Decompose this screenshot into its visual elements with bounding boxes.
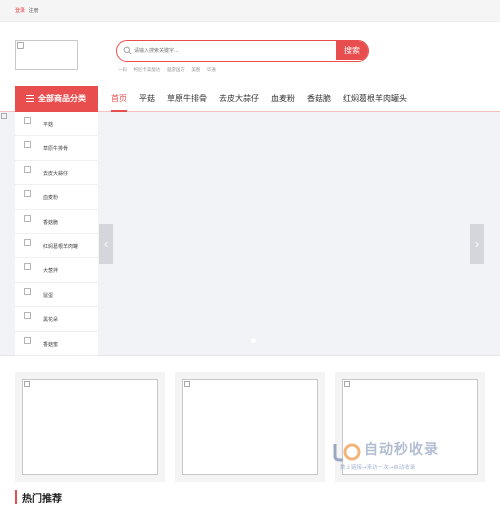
search-button[interactable]: 搜索 [336, 41, 368, 60]
main-nav: 全部商品分类 首页 平菇 草原牛排骨 去皮大蒜仔 血麦粉 香菇脆 红焖葛根羊肉罐… [15, 86, 485, 112]
broken-image-icon [24, 165, 31, 173]
promo-card[interactable] [175, 372, 325, 482]
sidebar-item[interactable]: 大葱拌 [15, 258, 98, 283]
broken-image-icon [24, 336, 31, 344]
register-link[interactable]: 注册 [29, 8, 39, 14]
broken-image-icon [184, 381, 190, 387]
account-links: 登录 注册 [15, 7, 39, 14]
broken-image-icon [24, 117, 31, 124]
site-logo[interactable] [15, 40, 78, 70]
all-categories-label: 全部商品分类 [38, 94, 86, 103]
carousel-next-button[interactable]: › [470, 224, 484, 264]
promo-card[interactable] [15, 372, 165, 482]
sidebar-item[interactable]: 红焖葛根羊肉罐 [15, 234, 98, 259]
broken-image-icon [24, 190, 31, 198]
carousel-prev-button[interactable]: ‹ [99, 224, 113, 264]
sidebar-item[interactable]: 平菇 [15, 112, 98, 137]
nav-link[interactable]: 香菇脆 [307, 86, 331, 112]
sidebar-item-label: 草原牛排骨 [43, 146, 69, 153]
sidebar-item[interactable]: 香菇脆 [15, 210, 98, 234]
sidebar-item-label: 红焖葛根羊肉罐 [43, 243, 79, 250]
watermark-subtitle: 数上链接→来访一次→自动收录 [340, 465, 416, 471]
nav-link[interactable]: 去皮大蒜仔 [219, 86, 259, 112]
sidebar-item-label: 去皮大蒜仔 [43, 170, 69, 177]
broken-image-icon [1, 113, 7, 119]
carousel-dot[interactable] [251, 338, 256, 343]
sidebar-item[interactable]: 黑花朵 [15, 307, 98, 332]
broken-image-icon [344, 381, 350, 387]
sidebar-item[interactable]: 草原牛排骨 [15, 136, 98, 161]
search-input[interactable] [134, 41, 334, 60]
sidebar-item-label: 黑花朵 [43, 317, 59, 324]
broken-image-icon [24, 263, 31, 271]
promo-image [182, 379, 318, 475]
hot-word-link[interactable]: 一码 [118, 68, 127, 73]
nav-link[interactable]: 平菇 [139, 86, 155, 112]
watermark-logo-icon [333, 443, 361, 462]
hot-word-link[interactable]: 柯尼卡美能达 [133, 68, 160, 73]
nav-link[interactable]: 红焖葛根羊肉罐头 [343, 86, 407, 112]
sidebar-item-label: 鼠蛋 [43, 292, 54, 299]
sidebar-item-label: 大葱拌 [43, 268, 59, 275]
hot-word-link[interactable]: 遨游国方 [167, 68, 185, 73]
hot-words: 一码 柯尼卡美能达 遨游国方 美图 华通 [118, 67, 221, 73]
sidebar-item[interactable]: 鼠蛋 [15, 283, 98, 308]
nav-links: 首页 平菇 草原牛排骨 去皮大蒜仔 血麦粉 香菇脆 红焖葛根羊肉罐头 [111, 86, 419, 112]
search-bar: 搜索 [116, 40, 369, 62]
hot-word-link[interactable]: 美图 [191, 68, 200, 73]
broken-image-icon [24, 312, 31, 320]
sidebar-item[interactable]: 香菇蜜 [15, 332, 98, 356]
watermark-title: 自动秒收录 [364, 442, 439, 458]
sidebar-item-label: 香菇蜜 [43, 341, 59, 348]
broken-image-icon [24, 141, 31, 149]
login-link[interactable]: 登录 [15, 8, 25, 14]
top-bar: 登录 注册 [0, 0, 500, 22]
broken-image-icon [24, 381, 30, 387]
search-icon [123, 46, 132, 55]
nav-link[interactable]: 血麦粉 [271, 86, 295, 112]
broken-image-icon [24, 287, 31, 295]
category-sidebar: 平菇 草原牛排骨 去皮大蒜仔 血麦粉 香菇脆 红焖葛根羊肉罐 大葱拌 鼠蛋 黑花… [15, 112, 98, 356]
hot-word-link[interactable]: 华通 [207, 68, 216, 73]
nav-link[interactable]: 草原牛排骨 [167, 86, 207, 112]
sidebar-item-label: 平菇 [43, 122, 54, 128]
broken-image-icon [17, 42, 24, 49]
sidebar-item-label: 香菇脆 [43, 219, 59, 226]
sidebar-item-label: 血麦粉 [43, 195, 59, 202]
menu-icon [26, 95, 34, 102]
broken-image-icon [24, 214, 31, 222]
promo-image [22, 379, 158, 475]
broken-image-icon [24, 238, 31, 246]
watermark: 自动秒收录 数上链接→来访一次→自动收录 [328, 436, 488, 478]
all-categories-button[interactable]: 全部商品分类 [15, 86, 98, 112]
sidebar-item[interactable]: 去皮大蒜仔 [15, 161, 98, 186]
section-title: 热门推荐 [15, 490, 62, 505]
nav-link-home[interactable]: 首页 [111, 86, 127, 112]
sidebar-item[interactable]: 血麦粉 [15, 185, 98, 210]
